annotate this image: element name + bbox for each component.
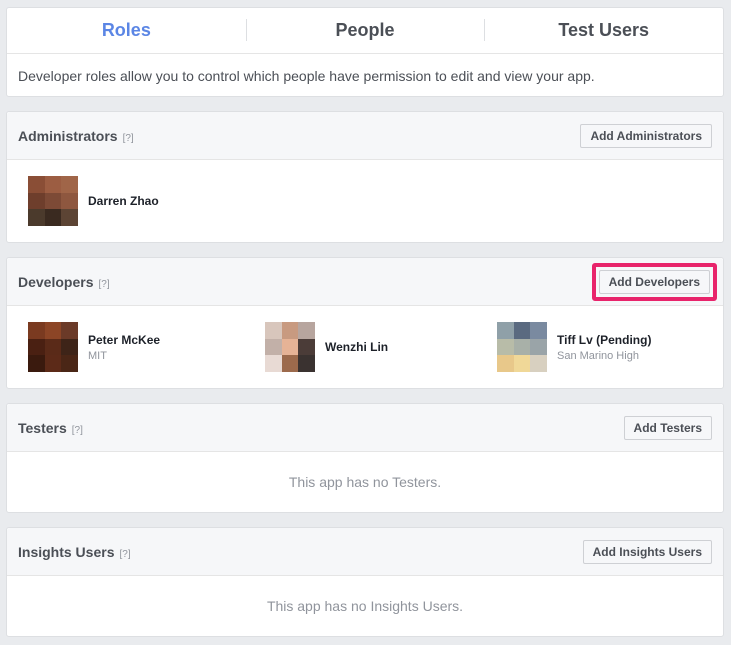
tab-roles[interactable]: Roles [7,8,246,53]
testers-section: Testers [?] Add Testers This app has no … [6,403,724,513]
avatar-pixel [44,322,62,339]
developers-help-link[interactable]: [?] [98,279,109,290]
avatar-pixel [61,355,78,372]
avatar-pixel [44,176,62,193]
avatar-pixel [28,192,45,210]
add-insights-users-button[interactable]: Add Insights Users [582,539,712,564]
avatar-pixel [298,322,315,339]
add-testers-button[interactable]: Add Testers [623,415,712,440]
avatar[interactable] [28,176,78,226]
avatar-pixel [497,355,514,372]
avatar-pixel [281,338,299,356]
avatar[interactable] [497,322,547,372]
avatar-pixel [265,338,282,356]
avatar-pixel [28,176,45,193]
testers-help-link[interactable]: [?] [72,425,83,436]
add-developers-button[interactable]: Add Developers [598,269,710,294]
developers-title: Developers [18,273,94,290]
person-wenzhi-lin[interactable]: Wenzhi Lin [265,322,497,372]
avatar-pixel [28,322,45,339]
avatar-pixel [28,209,45,226]
administrators-list: Darren Zhao [7,160,723,242]
avatar-pixel [265,322,282,339]
tab-test-users[interactable]: Test Users [484,8,723,53]
person-name[interactable]: Tiff Lv (Pending) [557,333,651,347]
person-name[interactable]: Wenzhi Lin [325,340,388,354]
developers-header: Developers [?] Add Developers [7,258,723,306]
avatar[interactable] [28,322,78,372]
roles-description: Developer roles allow you to control whi… [18,67,595,84]
tab-bar: Roles People Test Users [7,8,723,54]
avatar-pixel [61,192,78,210]
person-name[interactable]: Peter McKee [88,333,160,347]
administrators-help-link[interactable]: [?] [123,133,134,144]
highlight-box: Add Developers [591,262,717,301]
avatar-pixel [513,338,531,356]
person-affiliation: MIT [88,349,107,362]
insights-users-header: Insights Users [?] Add Insights Users [7,528,723,576]
avatar-pixel [497,338,514,356]
avatar-pixel [61,209,78,226]
avatar-pixel [530,322,547,339]
avatar[interactable] [265,322,315,372]
avatar-pixel [44,192,62,210]
insights-users-help-link[interactable]: [?] [119,549,130,560]
avatar-pixel [61,338,78,356]
administrators-section: Administrators [?] Add Administrators Da… [6,111,724,243]
insights-users-section: Insights Users [?] Add Insights Users Th… [6,527,724,637]
avatar-pixel [530,355,547,372]
avatar-pixel [530,338,547,356]
insights-users-empty-message: This app has no Insights Users. [266,598,464,614]
roles-tabs-card: Roles People Test Users Developer roles … [6,7,724,97]
avatar-pixel [265,355,282,372]
avatar-pixel [28,338,45,356]
avatar-pixel [513,355,531,372]
administrators-title: Administrators [18,127,118,144]
avatar-pixel [281,322,299,339]
avatar-pixel [44,355,62,372]
tab-people[interactable]: People [245,8,485,53]
avatar-pixel [497,322,514,339]
testers-header: Testers [?] Add Testers [7,404,723,452]
testers-title: Testers [18,419,67,436]
avatar-pixel [298,355,315,372]
avatar-pixel [44,209,62,226]
testers-empty-message: This app has no Testers. [288,474,442,490]
insights-users-title: Insights Users [18,543,115,560]
avatar-pixel [44,338,62,356]
avatar-pixel [61,322,78,339]
person-darren-zhao[interactable]: Darren Zhao [28,176,159,226]
person-tiff-lv[interactable]: Tiff Lv (Pending) San Marino High [497,322,651,372]
avatar-pixel [61,176,78,193]
person-name[interactable]: Darren Zhao [88,194,159,208]
avatar-pixel [298,338,315,356]
person-affiliation: San Marino High [557,349,639,362]
person-peter-mckee[interactable]: Peter McKee MIT [28,322,265,372]
avatar-pixel [281,355,299,372]
developers-section: Developers [?] Add Developers Peter McKe… [6,257,724,389]
add-administrators-button[interactable]: Add Administrators [580,123,712,148]
avatar-pixel [28,355,45,372]
avatar-pixel [513,322,531,339]
administrators-header: Administrators [?] Add Administrators [7,112,723,160]
developers-list: Peter McKee MIT Wenzhi Lin Tiff Lv (Pend… [7,306,723,388]
